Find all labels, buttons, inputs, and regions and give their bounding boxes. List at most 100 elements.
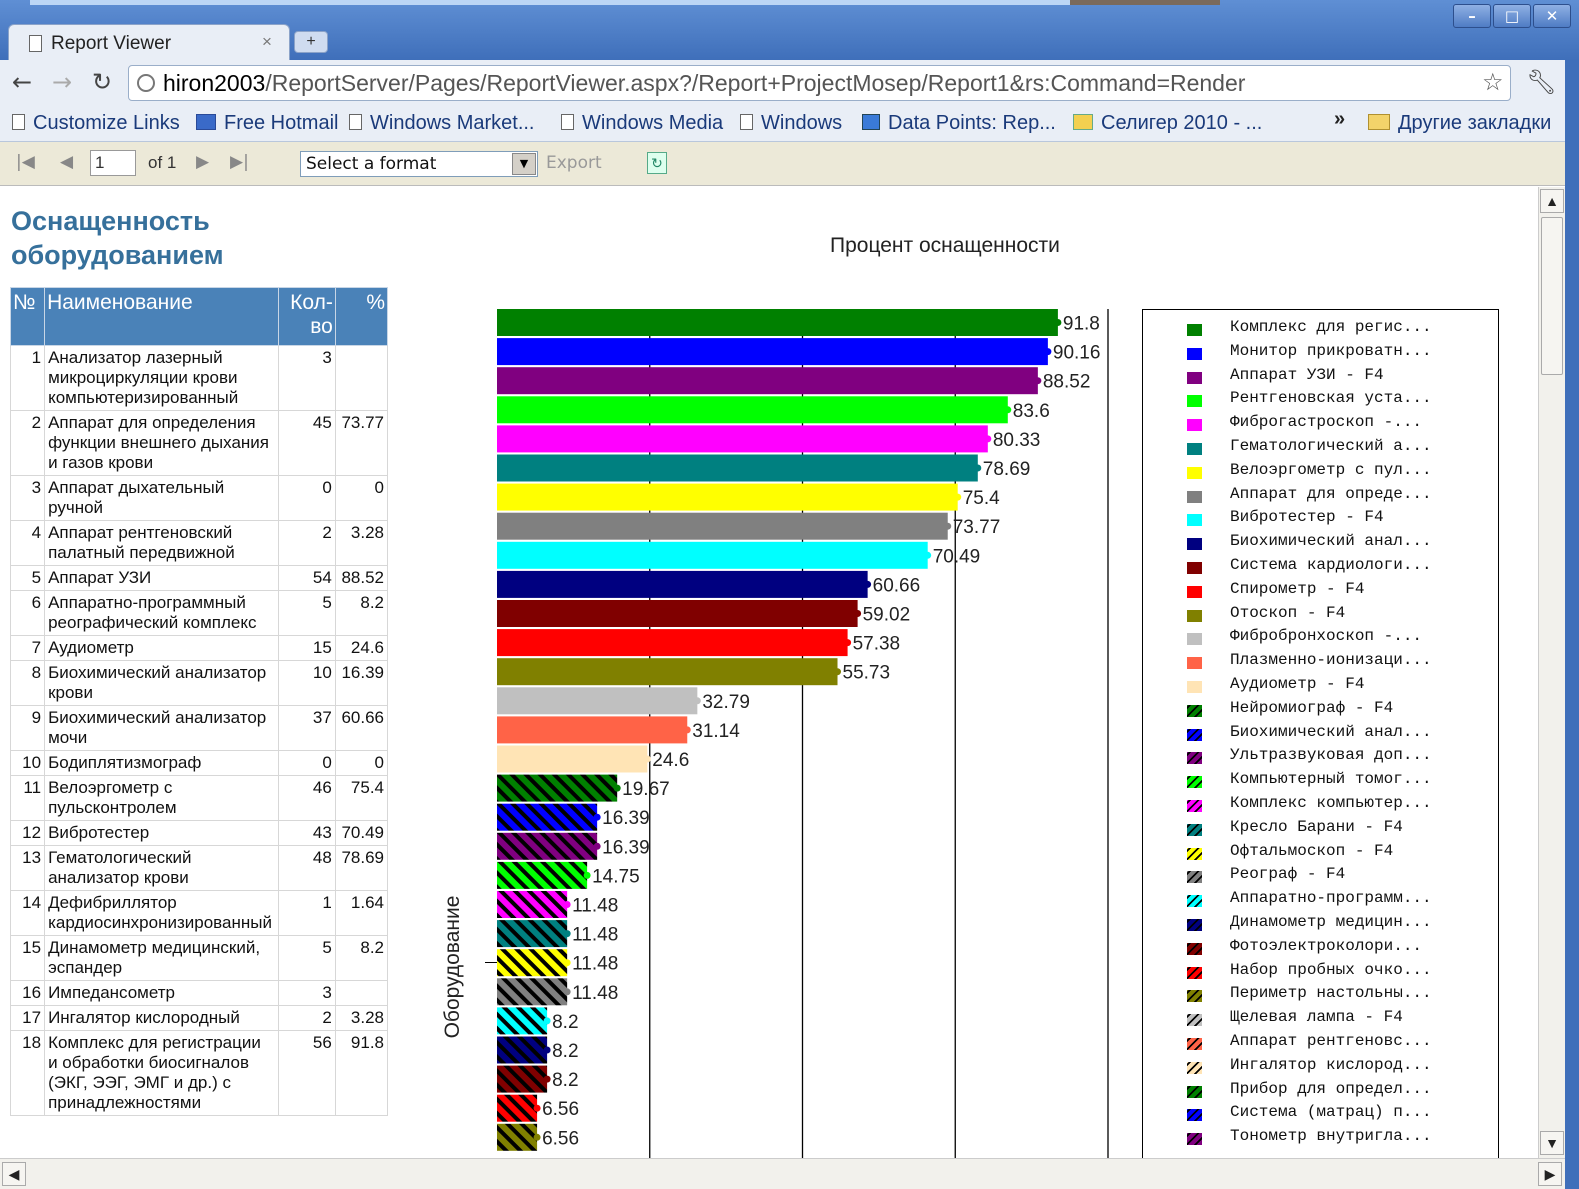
legend-label: Ингалятор кислород... <box>1230 1055 1432 1074</box>
bar-end-marker <box>613 784 621 792</box>
bookmark-seliger[interactable]: Селигер 2010 - ... <box>1073 112 1262 135</box>
legend-swatch <box>1187 871 1202 884</box>
tab-report-viewer[interactable]: Report Viewer × <box>8 24 290 60</box>
bookmark-star-icon[interactable]: ☆ <box>1482 68 1504 97</box>
row-count: 0 <box>277 750 336 776</box>
page-number-input[interactable] <box>90 150 136 176</box>
bar <box>497 1036 548 1064</box>
bar <box>497 861 588 889</box>
refresh-icon[interactable]: ↻ <box>647 152 667 174</box>
scroll-up-icon[interactable]: ▲ <box>1540 189 1564 213</box>
legend-label: Система кардиологи... <box>1230 556 1432 574</box>
bar <box>497 396 1008 424</box>
forward-arrow-icon[interactable]: → <box>52 68 72 96</box>
scroll-right-icon[interactable]: ▶ <box>1538 1162 1562 1186</box>
legend-label: Набор пробных очко... <box>1230 960 1432 979</box>
legend-swatch <box>1187 633 1202 646</box>
bookmarks-overflow-chevron[interactable]: » <box>1334 108 1345 131</box>
bookmark-other-folder[interactable]: Другие закладки <box>1368 112 1551 135</box>
export-link[interactable]: Export <box>546 153 602 173</box>
bookmark-data-points[interactable]: Data Points: Rep... <box>862 112 1056 135</box>
new-tab-button[interactable]: + <box>294 31 328 53</box>
bar <box>497 483 958 511</box>
vertical-scrollbar[interactable]: ▲ ▼ <box>1538 187 1565 1158</box>
bookmark-label: Windows Market... <box>370 112 535 134</box>
back-arrow-icon[interactable]: ← <box>12 68 32 96</box>
legend-label: Рентгеновская уста... <box>1230 389 1432 408</box>
scroll-left-icon[interactable]: ◀ <box>2 1162 26 1186</box>
bar-end-marker <box>533 1133 541 1141</box>
row-number: 3 <box>9 475 46 521</box>
bar-end-marker <box>563 930 571 938</box>
maximize-button[interactable]: □ <box>1493 4 1531 28</box>
bookmark-customize-links[interactable]: Customize Links <box>12 112 180 135</box>
legend-swatch <box>1187 371 1202 384</box>
bar <box>497 338 1048 366</box>
row-count: 56 <box>277 1030 336 1116</box>
previous-page-icon[interactable]: ◀ <box>60 152 73 172</box>
scroll-down-icon[interactable]: ▼ <box>1540 1131 1564 1155</box>
close-window-button[interactable]: ✕ <box>1533 4 1571 28</box>
bookmark-windows-media[interactable]: Windows Media <box>561 112 723 135</box>
bar-chart: 91.8 90.16 88.52 83.6 80.33 78.69 75.4 73.77 70.… <box>497 309 1109 1158</box>
data-label: 24.6 <box>652 750 689 771</box>
row-percent: 8.2 <box>334 935 389 981</box>
legend-swatch <box>1187 1109 1202 1122</box>
table-row: 5 Аппарат УЗИ 54 88.52 <box>9 565 389 591</box>
legend-label: Щелевая лампа - F4 <box>1230 1008 1403 1027</box>
tab-close-icon[interactable]: × <box>262 32 272 52</box>
legend-label: Периметр настольны... <box>1230 984 1432 1003</box>
legend-label: Компьютерный томог... <box>1230 770 1432 789</box>
legend-label: Биохимический анал... <box>1230 532 1432 551</box>
bookmark-label: Customize Links <box>33 112 180 134</box>
bar <box>497 629 848 657</box>
table-row: 1 Анализатор лазерный микроциркуляции кро… <box>9 345 389 411</box>
bookmark-windows[interactable]: Windows <box>740 112 842 135</box>
bookmark-free-hotmail[interactable]: Free Hotmail <box>196 112 338 135</box>
bar <box>497 920 568 948</box>
bar-end-marker <box>1054 319 1062 326</box>
table-row: 4 Аппарат рентгеновский палатный передвиж… <box>9 520 389 566</box>
legend-swatch <box>1187 704 1202 717</box>
table-row: 17 Ингалятор кислородный 2 3.28 <box>9 1005 389 1031</box>
page-icon <box>29 35 42 52</box>
reload-icon[interactable]: ↻ <box>92 68 112 96</box>
vertical-scroll-thumb[interactable] <box>1541 217 1563 375</box>
browser-window: – □ ✕ Report Viewer × + ← → ↻ hiron2003/… <box>0 0 1579 1189</box>
legend-label: Биохимический анал... <box>1230 722 1432 741</box>
legend-label: Комплекс для регис... <box>1230 318 1432 336</box>
row-count: 54 <box>277 565 336 591</box>
data-label: 11.48 <box>572 954 618 975</box>
chevron-down-icon[interactable]: ▼ <box>512 153 536 175</box>
legend-swatch <box>1187 895 1202 908</box>
address-bar[interactable]: hiron2003/ReportServer/Pages/ReportViewe… <box>128 65 1511 101</box>
legend-label: Прибор для определ... <box>1230 1079 1432 1098</box>
bar <box>497 425 988 453</box>
next-page-icon[interactable]: ▶ <box>196 152 209 172</box>
navigation-toolbar: ← → ↻ hiron2003/ReportServer/Pages/Repor… <box>0 60 1579 106</box>
window-frame <box>1565 60 1579 1189</box>
legend-label: Фиброгастроскоп -... <box>1230 413 1423 432</box>
legend-swatch <box>1187 752 1202 765</box>
bookmark-label: Data Points: Rep... <box>888 112 1056 134</box>
bookmarks-bar: Customize Links Free Hotmail Windows Mar… <box>0 106 1579 142</box>
legend-label: Аппаратно-программ... <box>1230 889 1432 908</box>
last-page-icon[interactable]: ▶| <box>230 152 249 172</box>
tab-title: Report Viewer <box>51 33 172 54</box>
format-dropdown[interactable]: Select a format ▼ <box>300 151 538 177</box>
data-label: 59.02 <box>863 605 911 626</box>
legend-label: Кресло Барани - F4 <box>1230 817 1403 836</box>
data-label: 8.2 <box>552 1070 578 1091</box>
row-name: Анализатор лазерный микроциркуляции кров… <box>44 345 279 411</box>
table-row: 8 Биохимический анализатор крови 10 16.39 <box>9 660 389 706</box>
url-text[interactable]: hiron2003/ReportServer/Pages/ReportViewe… <box>163 70 1245 97</box>
bar-end-marker <box>543 1075 551 1083</box>
horizontal-scrollbar[interactable]: ◀ ▶ <box>0 1158 1565 1189</box>
table-row: 11 Велоэргометр с пульсконтролем 46 75.4 <box>9 775 389 821</box>
row-percent: 88.52 <box>334 565 389 591</box>
bookmark-windows-market[interactable]: Windows Market... <box>349 112 534 135</box>
first-page-icon[interactable]: |◀ <box>16 152 35 172</box>
minimize-button[interactable]: – <box>1453 4 1491 28</box>
chart-legend: Комплекс для регис... Монитор прикроватн.… <box>1142 309 1499 1158</box>
wrench-icon[interactable]: 🔧︎ <box>1526 68 1556 97</box>
